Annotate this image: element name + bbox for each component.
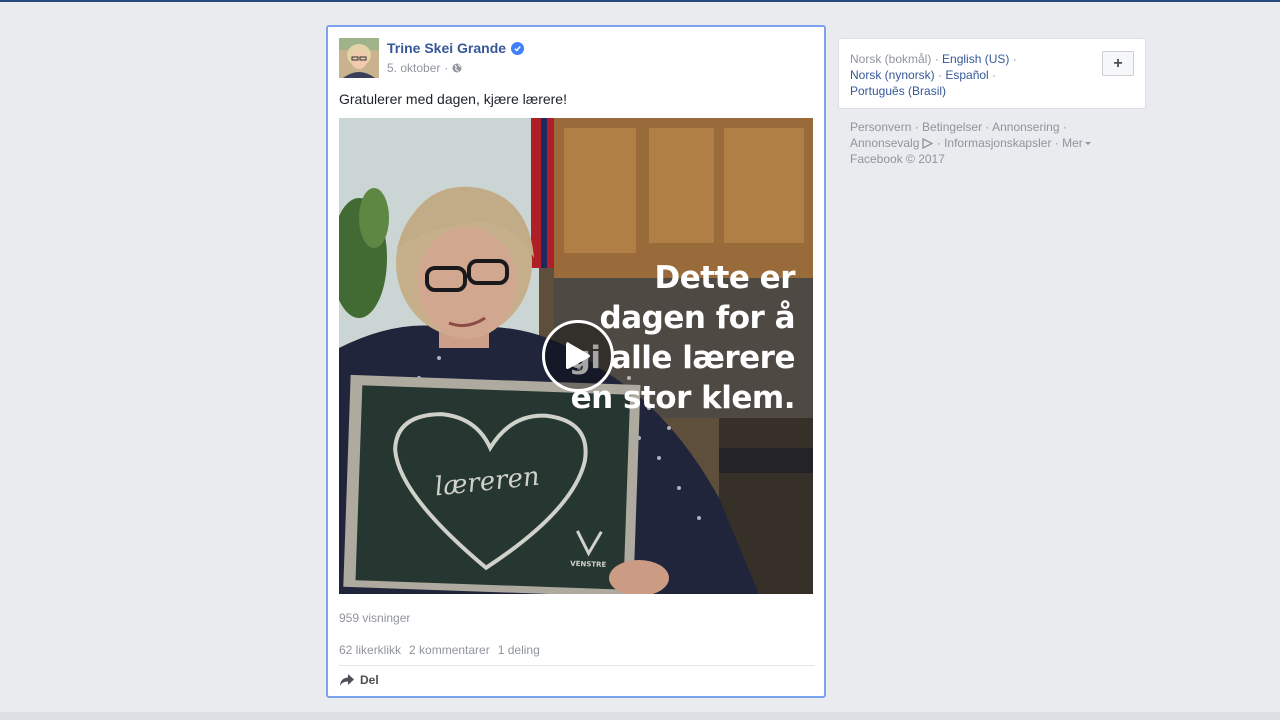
caret-down-icon bbox=[1084, 142, 1091, 146]
footer-link-advertising[interactable]: Annonsering bbox=[992, 120, 1059, 134]
footer-link-privacy[interactable]: Personvern bbox=[850, 120, 911, 134]
language-selector-box: Norsk (bokmål) · English (US) · Norsk (n… bbox=[838, 38, 1146, 109]
overlay-line: Dette er bbox=[654, 260, 795, 296]
footer-link-more[interactable]: Mer bbox=[1062, 136, 1091, 150]
verified-badge-icon bbox=[511, 41, 525, 55]
top-nav-edge bbox=[0, 0, 1280, 2]
author-avatar[interactable] bbox=[339, 38, 379, 78]
comments-count-link[interactable]: 2 kommentarer bbox=[409, 643, 490, 657]
footer-link-adchoices[interactable]: Annonsevalg bbox=[850, 136, 919, 150]
add-language-button[interactable]: + bbox=[1102, 51, 1134, 76]
language-list: Norsk (bokmål) · English (US) · Norsk (n… bbox=[850, 52, 1017, 98]
footer-link-terms[interactable]: Betingelser bbox=[922, 120, 982, 134]
current-language: Norsk (bokmål) bbox=[850, 52, 932, 66]
bottom-edge bbox=[0, 712, 1280, 720]
post-message: Gratulerer med dagen, kjære lærere! bbox=[339, 91, 567, 107]
language-link-espanol[interactable]: Español bbox=[945, 68, 988, 82]
share-arrow-icon bbox=[340, 674, 354, 686]
shares-count-link[interactable]: 1 deling bbox=[498, 643, 540, 657]
copyright: Facebook © 2017 bbox=[850, 152, 945, 166]
language-link-portugues[interactable]: Português (Brasil) bbox=[850, 84, 946, 98]
share-button[interactable]: Del bbox=[339, 673, 379, 687]
footer-link-cookies[interactable]: Informasjonskapsler bbox=[944, 136, 1051, 150]
more-label: Mer bbox=[1062, 136, 1083, 150]
share-label: Del bbox=[360, 673, 379, 687]
view-count: 959 visninger bbox=[339, 611, 411, 625]
play-button[interactable] bbox=[542, 320, 614, 392]
language-link-nynorsk[interactable]: Norsk (nynorsk) bbox=[850, 68, 935, 82]
author-name-link[interactable]: Trine Skei Grande bbox=[387, 40, 506, 56]
globe-icon[interactable] bbox=[452, 63, 462, 73]
video-player[interactable]: læreren VENSTRE Dette er dagen for å gi … bbox=[339, 118, 813, 594]
adchoices-icon bbox=[922, 138, 934, 150]
engagement-stats: 62 likerklikk 2 kommentarer 1 deling bbox=[339, 643, 540, 657]
meta-separator: · bbox=[444, 61, 449, 75]
actions-divider bbox=[339, 665, 815, 666]
video-post: Trine Skei Grande 5. oktober · Gratulere… bbox=[326, 25, 826, 698]
likes-count-link[interactable]: 62 likerklikk bbox=[339, 643, 401, 657]
post-date-link[interactable]: 5. oktober bbox=[387, 61, 440, 75]
page-footer: Personvern · Betingelser · Annonsering ·… bbox=[850, 119, 1130, 167]
language-link-english[interactable]: English (US) bbox=[942, 52, 1009, 66]
play-icon bbox=[566, 342, 590, 369]
